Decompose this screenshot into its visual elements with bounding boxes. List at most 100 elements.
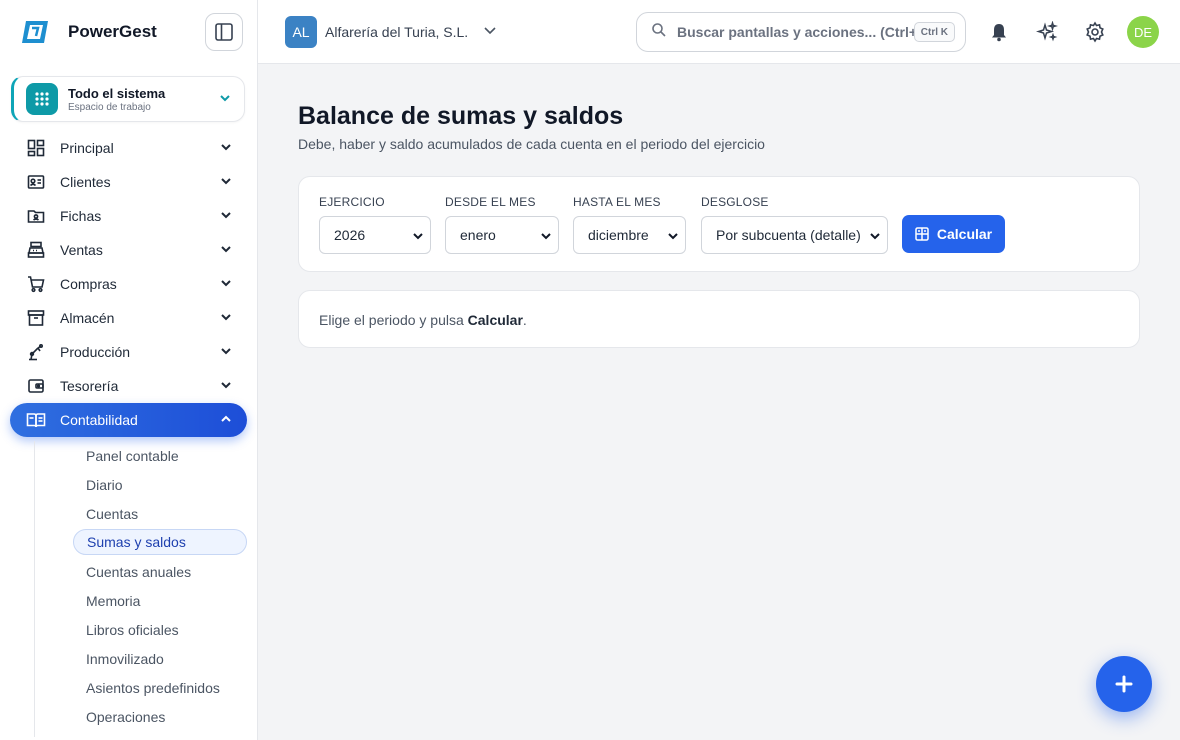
nav-item-compras[interactable]: Compras <box>10 267 247 301</box>
workspace-subtitle: Espacio de trabajo <box>68 101 151 113</box>
folder-icon <box>26 206 46 226</box>
subnav-item-sumas-y-saldos[interactable]: Sumas y saldos <box>73 529 247 555</box>
plus-icon <box>1115 675 1133 693</box>
chevron-down-icon <box>869 229 881 245</box>
avatar[interactable]: DE <box>1127 16 1159 48</box>
wallet-icon <box>26 376 46 396</box>
search-placeholder: Buscar pantallas y acciones... (Ctrl+I <box>677 24 921 40</box>
empty-state-card: Elige el periodo y pulsa Calcular. <box>298 290 1140 348</box>
field-label: HASTA EL MES <box>573 195 661 209</box>
nav-item-fichas[interactable]: Fichas <box>10 199 247 233</box>
nav-item-almacen[interactable]: Almacén <box>10 301 247 335</box>
select-value: diciembre <box>588 227 649 243</box>
company-selector[interactable]: AL Alfarería del Turia, S.L. <box>285 16 498 48</box>
subnav-item-inmovilizado[interactable]: Inmovilizado <box>35 644 247 673</box>
brand-name: PowerGest <box>68 22 157 41</box>
field-desde: DESDE EL MES enero <box>445 195 559 254</box>
message-suffix: . <box>522 312 527 328</box>
chevron-down-icon <box>219 242 233 259</box>
subnav-item-asientos-predefinidos[interactable]: Asientos predefinidos <box>35 673 247 702</box>
calcular-label: Calcular <box>936 226 993 242</box>
nav-item-clientes[interactable]: Clientes <box>10 165 247 199</box>
company-badge: AL <box>285 16 317 48</box>
nav-item-label: Compras <box>60 276 117 292</box>
chevron-down-icon <box>482 22 498 43</box>
subnav-item-libros-oficiales[interactable]: Libros oficiales <box>35 615 247 644</box>
nav-item-label: Fichas <box>60 208 102 224</box>
book-icon <box>26 410 46 430</box>
chevron-down-icon <box>219 276 233 293</box>
sparkles-icon[interactable] <box>1035 20 1059 44</box>
nav-item-label: Ventas <box>60 242 103 258</box>
select-value: Por subcuenta (detalle) <box>716 227 861 243</box>
subnav-item-diario[interactable]: Diario <box>35 470 247 499</box>
chevron-down-icon <box>219 344 233 361</box>
sidebar-panel-icon <box>215 23 233 41</box>
field-desglose: DESGLOSE Por subcuenta (detalle) <box>701 195 888 254</box>
desde-mes-select[interactable]: enero <box>445 216 559 254</box>
empty-state-message: Elige el periodo y pulsa Calcular. <box>319 312 527 328</box>
select-value: 2026 <box>334 227 366 243</box>
nav-item-principal[interactable]: Principal <box>10 131 247 165</box>
robot-arm-icon <box>26 342 46 362</box>
chevron-down-icon <box>219 208 233 225</box>
field-hasta: HASTA EL MES diciembre <box>573 195 686 254</box>
field-ejercicio: EJERCICIO 2026 <box>319 195 431 254</box>
nav-item-produccion[interactable]: Producción <box>10 335 247 369</box>
cart-icon <box>26 274 46 294</box>
field-label: DESDE EL MES <box>445 195 536 209</box>
field-label: DESGLOSE <box>701 195 769 209</box>
desglose-select[interactable]: Por subcuenta (detalle) <box>701 216 888 254</box>
contabilidad-subnav: Panel contable Diario Cuentas Sumas y sa… <box>34 441 247 737</box>
nav-item-contabilidad[interactable]: Contabilidad <box>10 403 247 437</box>
nav-item-label: Clientes <box>60 174 111 190</box>
filters-card: EJERCICIO 2026 DESDE EL MES enero HASTA … <box>298 176 1140 272</box>
gear-icon[interactable] <box>1083 20 1107 44</box>
subnav-item-cuentas[interactable]: Cuentas <box>35 499 247 528</box>
search-input[interactable]: Buscar pantallas y acciones... (Ctrl+I C… <box>636 12 966 52</box>
chevron-down-icon <box>412 229 424 245</box>
powergest-logo-icon <box>18 18 52 46</box>
ejercicio-select[interactable]: 2026 <box>319 216 431 254</box>
workspace-selector[interactable]: Todo el sistema Espacio de trabajo <box>11 76 245 122</box>
dashboard-icon <box>26 138 46 158</box>
sidebar-toggle-button[interactable] <box>205 13 243 51</box>
workspace-title: Todo el sistema <box>68 85 166 101</box>
archive-icon <box>26 308 46 328</box>
search-shortcut-badge: Ctrl K <box>913 22 955 42</box>
calculator-icon <box>915 227 929 241</box>
chevron-up-icon <box>219 412 233 429</box>
calcular-button[interactable]: Calcular <box>902 215 1005 253</box>
main-nav: Principal Clientes Fichas Ventas Compras… <box>10 131 247 437</box>
chevron-down-icon <box>219 140 233 157</box>
page-subtitle: Debe, haber y saldo acumulados de cada c… <box>298 136 765 152</box>
page-title: Balance de sumas y saldos <box>298 102 624 130</box>
subnav-item-operaciones[interactable]: Operaciones <box>35 702 247 731</box>
select-value: enero <box>460 227 496 243</box>
contact-card-icon <box>26 172 46 192</box>
field-label: EJERCICIO <box>319 195 385 209</box>
subnav-item-panel-contable[interactable]: Panel contable <box>35 441 247 470</box>
nav-item-label: Tesorería <box>60 378 119 394</box>
chevron-down-icon <box>219 174 233 191</box>
nav-item-tesoreria[interactable]: Tesorería <box>10 369 247 403</box>
chevron-down-icon <box>219 378 233 395</box>
chevron-down-icon <box>540 229 552 245</box>
subnav-item-memoria[interactable]: Memoria <box>35 586 247 615</box>
hasta-mes-select[interactable]: diciembre <box>573 216 686 254</box>
sidebar: PowerGest Todo el sistema Espacio de tra… <box>0 0 258 740</box>
bell-icon[interactable] <box>987 20 1011 44</box>
subnav-item-cuentas-anuales[interactable]: Cuentas anuales <box>35 557 247 586</box>
chevron-down-icon <box>218 91 232 110</box>
message-action: Calcular <box>467 312 523 328</box>
add-fab-button[interactable] <box>1096 656 1152 712</box>
nav-item-label: Almacén <box>60 310 115 326</box>
grid-icon <box>26 83 58 115</box>
chevron-down-icon <box>667 229 679 245</box>
nav-item-label: Producción <box>60 344 131 360</box>
chevron-down-icon <box>219 310 233 327</box>
topbar: AL Alfarería del Turia, S.L. Buscar pant… <box>258 0 1180 64</box>
company-name: Alfarería del Turia, S.L. <box>325 24 469 40</box>
nav-item-label: Principal <box>60 140 114 156</box>
nav-item-ventas[interactable]: Ventas <box>10 233 247 267</box>
